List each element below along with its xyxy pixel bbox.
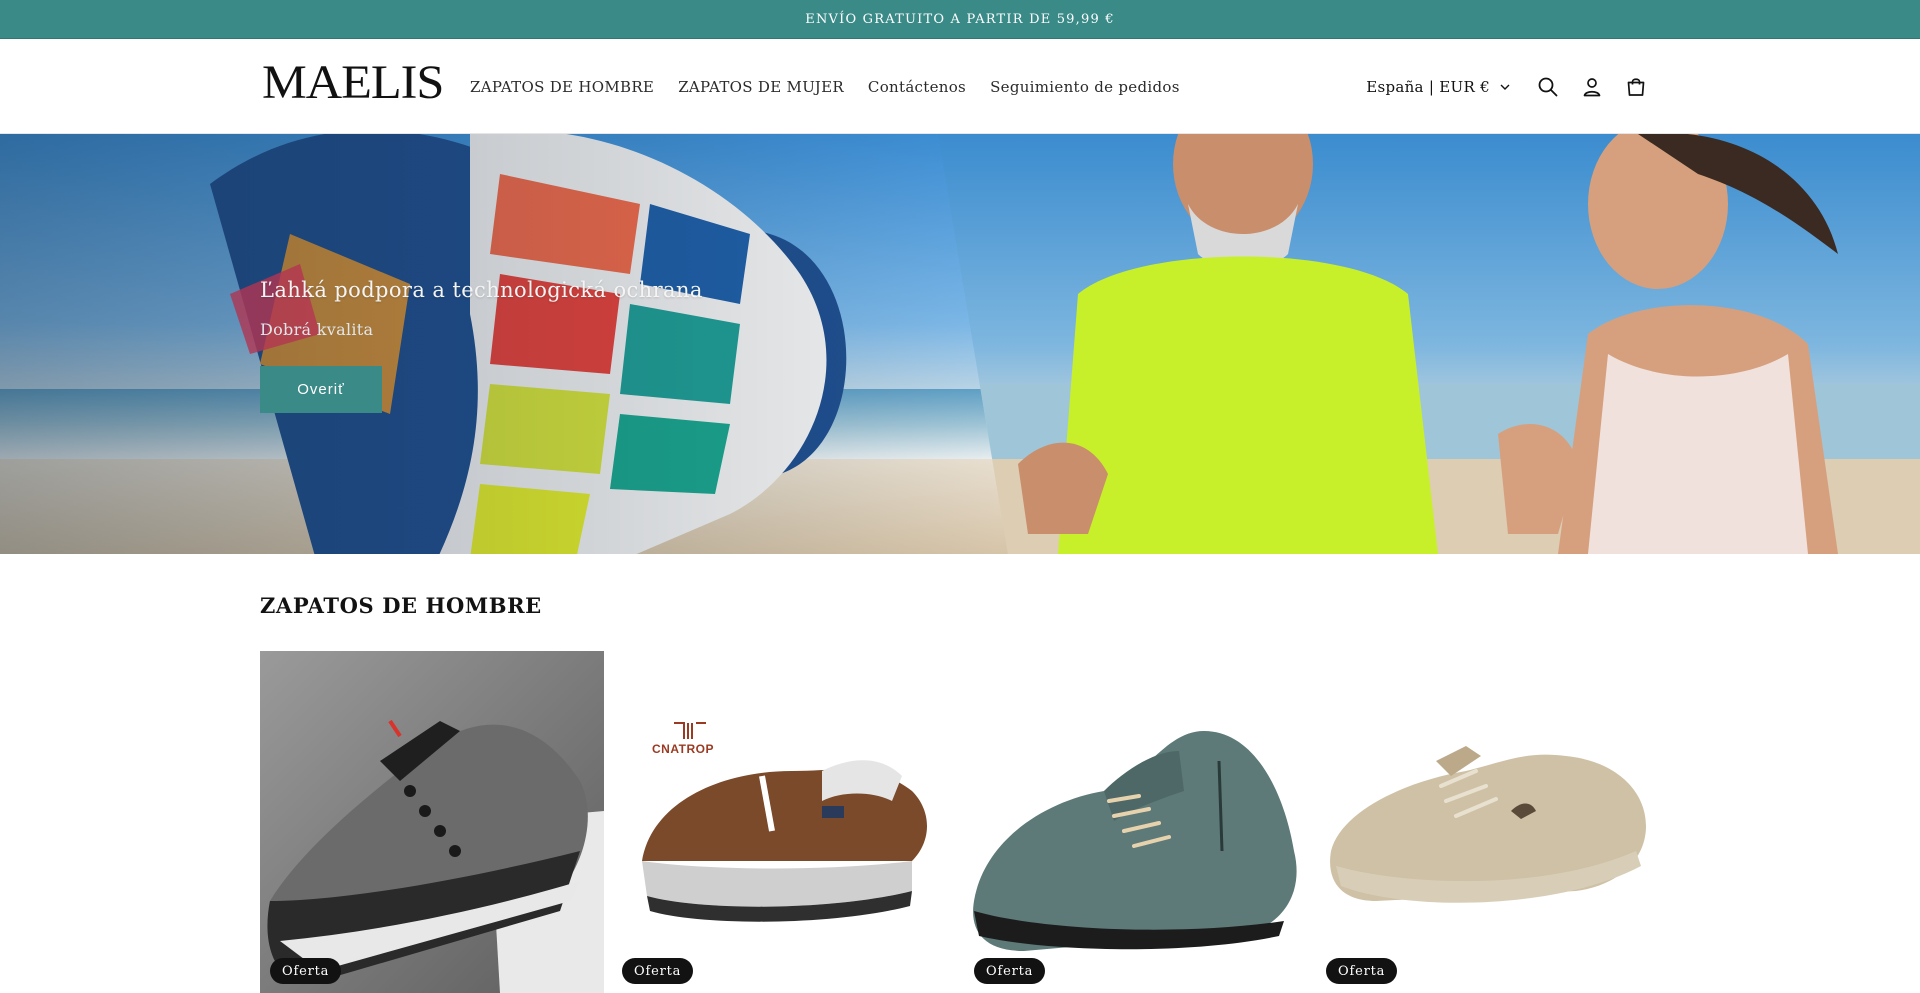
locale-label: España | EUR € [1366,77,1490,96]
sale-badge: Oferta [1326,958,1398,984]
nav-item-contactenos[interactable]: Contáctenos [868,78,966,96]
product-image [1316,651,1660,993]
product-image: CNATROP [612,651,956,993]
hero-left-overlay [0,134,1000,554]
hero-banner: Ľahká podpora a technologická ochrana Do… [0,134,1920,554]
product-card[interactable]: Oferta [964,651,1308,993]
cart-button[interactable] [1614,65,1658,109]
hero-heading: Ľahká podpora a technologická ochrana [260,278,703,302]
announcement-bar: ENVÍO GRATUITO A PARTIR DE 59,99 € [0,0,1920,39]
nav-item-zapatos-hombre[interactable]: ZAPATOS DE HOMBRE [470,78,654,96]
product-grid: Oferta CNATROP Oferta Oferta Oferta [260,651,1660,993]
announcement-text: ENVÍO GRATUITO A PARTIR DE 59,99 € [805,11,1115,27]
hero-cta-button[interactable]: Overiť [260,366,382,413]
main-nav: ZAPATOS DE HOMBRE ZAPATOS DE MUJER Contá… [470,39,1204,134]
chevron-down-icon [1498,80,1512,94]
header-actions: España | EUR € [1366,39,1658,134]
product-image [964,651,1308,993]
hero-runners-image [938,134,1920,554]
sale-badge: Oferta [974,958,1046,984]
section-title: ZAPATOS DE HOMBRE [260,593,542,618]
nav-item-zapatos-mujer[interactable]: ZAPATOS DE MUJER [678,78,844,96]
logo[interactable]: MAELIS [262,59,444,107]
brand-mark-text: CNATROP [652,742,714,756]
cart-icon [1627,77,1645,96]
product-card[interactable]: Oferta [1316,651,1660,993]
sale-badge: Oferta [270,958,342,984]
account-icon [1583,77,1601,96]
hero-subheading: Dobrá kvalita [260,320,374,339]
search-button[interactable] [1526,65,1570,109]
product-card[interactable]: CNATROP Oferta [612,651,956,993]
search-icon [1538,77,1558,96]
site-header: MAELIS ZAPATOS DE HOMBRE ZAPATOS DE MUJE… [0,39,1920,134]
account-button[interactable] [1570,65,1614,109]
nav-item-seguimiento-pedidos[interactable]: Seguimiento de pedidos [990,78,1180,96]
product-card[interactable]: Oferta [260,651,604,993]
product-image [260,651,604,993]
sale-badge: Oferta [622,958,694,984]
locale-selector[interactable]: España | EUR € [1366,78,1512,96]
